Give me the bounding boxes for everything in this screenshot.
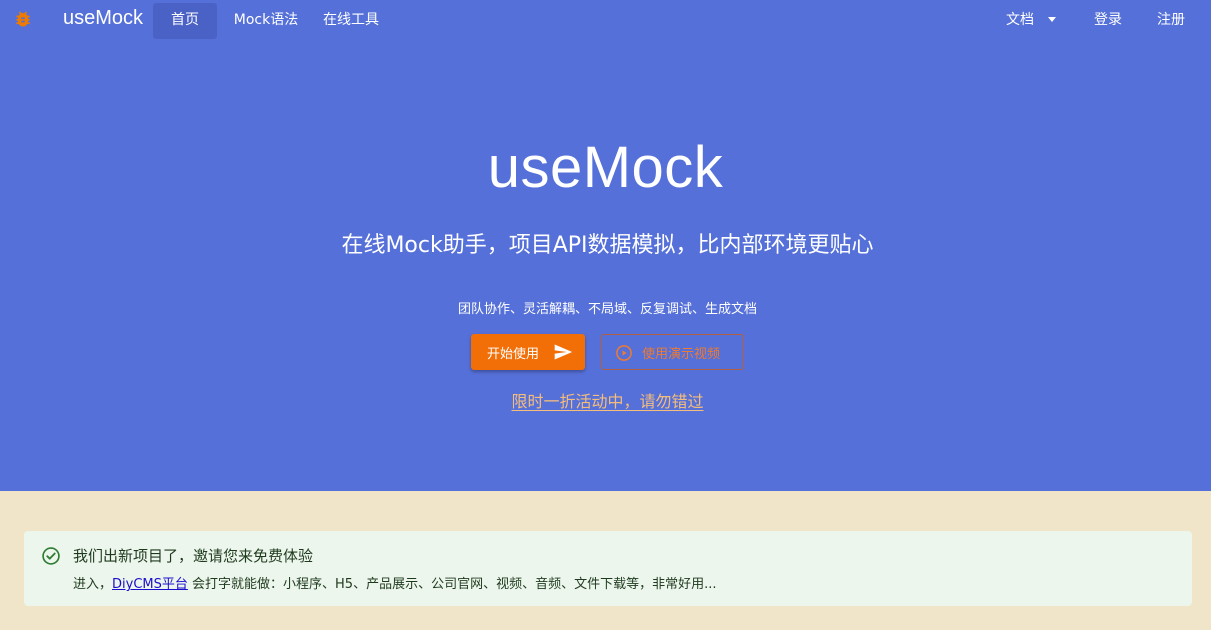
start-button-label: 开始使用 xyxy=(487,346,540,362)
hero-tagline: 团队协作、灵活解耦、不局域、反复调试、生成文档 xyxy=(457,302,757,317)
bug-icon[interactable] xyxy=(13,9,33,29)
promo-link[interactable]: 限时一折活动中，请勿错过 xyxy=(511,392,703,411)
start-button[interactable]: 开始使用 xyxy=(471,334,585,370)
send-icon xyxy=(554,344,573,360)
top-navbar: useMock 首页 Mock语法 在线工具 文档 登录 注册 xyxy=(0,0,1211,40)
nav-online-tools[interactable]: 在线工具 xyxy=(320,3,382,39)
nav-docs-dropdown[interactable]: 文档 xyxy=(1006,3,1062,39)
notice-body-suffix: 会打字就能做：小程序、H5、产品展示、公司官网、视频、音频、文件下载等，非常好用… xyxy=(187,577,717,592)
nav-docs-label: 文档 xyxy=(1006,12,1034,28)
hero-title: useMock xyxy=(487,135,724,200)
nav-mock-syntax[interactable]: Mock语法 xyxy=(233,3,299,39)
notice-body-prefix: 进入， xyxy=(73,577,113,592)
nav-register[interactable]: 注册 xyxy=(1155,3,1187,39)
announcement-section: 我们出新项目了，邀请您来免费体验 进入，DiyCMS平台 会打字就能做：小程序、… xyxy=(0,491,1211,630)
promo-banner: 限时一折活动中，请勿错过 xyxy=(0,388,1211,412)
demo-video-button-label: 使用演示视频 xyxy=(642,346,721,362)
notice-body: 进入，DiyCMS平台 会打字就能做：小程序、H5、产品展示、公司官网、视频、音… xyxy=(73,573,716,592)
play-circle-icon xyxy=(616,345,632,361)
brand-name[interactable]: useMock xyxy=(63,7,143,30)
caret-down-icon xyxy=(1048,16,1056,22)
nav-home[interactable]: 首页 xyxy=(153,3,217,39)
notice-title: 我们出新项目了，邀请您来免费体验 xyxy=(73,547,314,565)
demo-video-button[interactable]: 使用演示视频 xyxy=(601,334,744,370)
check-circle-icon xyxy=(42,547,60,565)
hero-subtitle: 在线Mock助手，项目API数据模拟，比内部环境更贴心 xyxy=(341,233,874,258)
notice-alert: 我们出新项目了，邀请您来免费体验 进入，DiyCMS平台 会打字就能做：小程序、… xyxy=(24,531,1192,606)
diycms-link[interactable]: DiyCMS平台 xyxy=(112,577,188,592)
nav-login[interactable]: 登录 xyxy=(1092,3,1124,39)
